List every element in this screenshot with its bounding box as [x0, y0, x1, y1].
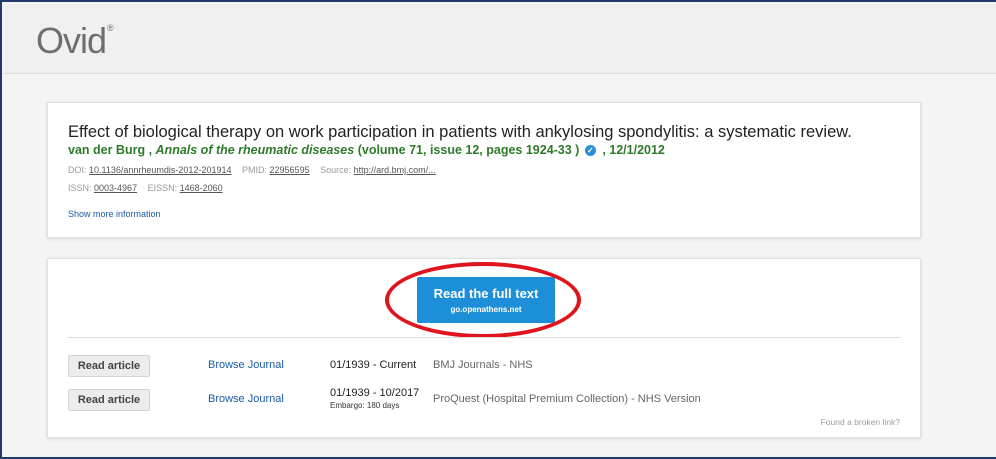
verified-check-icon: ✓: [584, 145, 596, 157]
coverage-range: 01/1939 - Current: [330, 359, 417, 371]
identifiers-line: DOI: 10.1136/annrheumdis-2012-201914 PMI…: [68, 165, 436, 175]
source-name: BMJ Journals - NHS: [433, 359, 533, 371]
link-row: Read article Browse Journal 01/1939 - 10…: [68, 387, 900, 413]
volume-info: (volume 71, issue 12, pages 1924-33 ): [357, 143, 580, 157]
article-byline: van der Burg , Annals of the rheumatic d…: [68, 143, 665, 157]
show-more-information-link[interactable]: Show more information: [68, 209, 161, 219]
issn-link[interactable]: 0003-4967: [94, 183, 137, 193]
eissn-label: EISSN:: [147, 183, 178, 193]
divider: [68, 337, 900, 338]
ovid-logo[interactable]: Ovid®: [36, 20, 114, 62]
browse-journal-link[interactable]: Browse Journal: [208, 359, 284, 371]
browse-journal-link[interactable]: Browse Journal: [208, 393, 284, 405]
read-full-text-button[interactable]: Read the full text go.openathens.net: [417, 277, 555, 323]
read-article-button[interactable]: Read article: [68, 389, 150, 411]
read-full-text-label: Read the full text: [433, 286, 539, 301]
source-link[interactable]: http://ard.bmj.com/...: [354, 165, 436, 175]
journal-name: Annals of the rheumatic diseases: [155, 143, 355, 157]
read-article-button[interactable]: Read article: [68, 355, 150, 377]
registered-mark: ®: [107, 23, 114, 33]
page-frame: Ovid® Effect of biological therapy on wo…: [0, 0, 996, 459]
article-details-card: Effect of biological therapy on work par…: [47, 102, 921, 238]
full-text-card: Read the full text go.openathens.net Rea…: [47, 258, 921, 438]
source-name: ProQuest (Hospital Premium Collection) -…: [433, 393, 701, 405]
issn-line: ISSN: 0003-4967 EISSN: 1468-2060: [68, 183, 223, 193]
authors: van der Burg ,: [68, 143, 153, 157]
broken-link-report[interactable]: Found a broken link?: [821, 417, 900, 427]
coverage-range: 01/1939 - 10/2017: [330, 387, 420, 399]
logo-text: Ovid: [36, 20, 107, 61]
publication-date: , 12/1/2012: [602, 143, 665, 157]
pmid-link[interactable]: 22956595: [270, 165, 310, 175]
eissn-link[interactable]: 1468-2060: [180, 183, 223, 193]
source-label: Source:: [320, 165, 352, 175]
doi-label: DOI:: [68, 165, 87, 175]
pmid-label: PMID:: [242, 165, 268, 175]
top-bar: Ovid®: [4, 4, 996, 74]
openathens-domain: go.openathens.net: [450, 305, 522, 314]
article-title: Effect of biological therapy on work par…: [68, 123, 852, 141]
embargo-note: Embargo: 180 days: [330, 401, 400, 410]
link-row: Read article Browse Journal 01/1939 - Cu…: [68, 353, 900, 379]
issn-label: ISSN:: [68, 183, 92, 193]
doi-link[interactable]: 10.1136/annrheumdis-2012-201914: [89, 165, 231, 175]
